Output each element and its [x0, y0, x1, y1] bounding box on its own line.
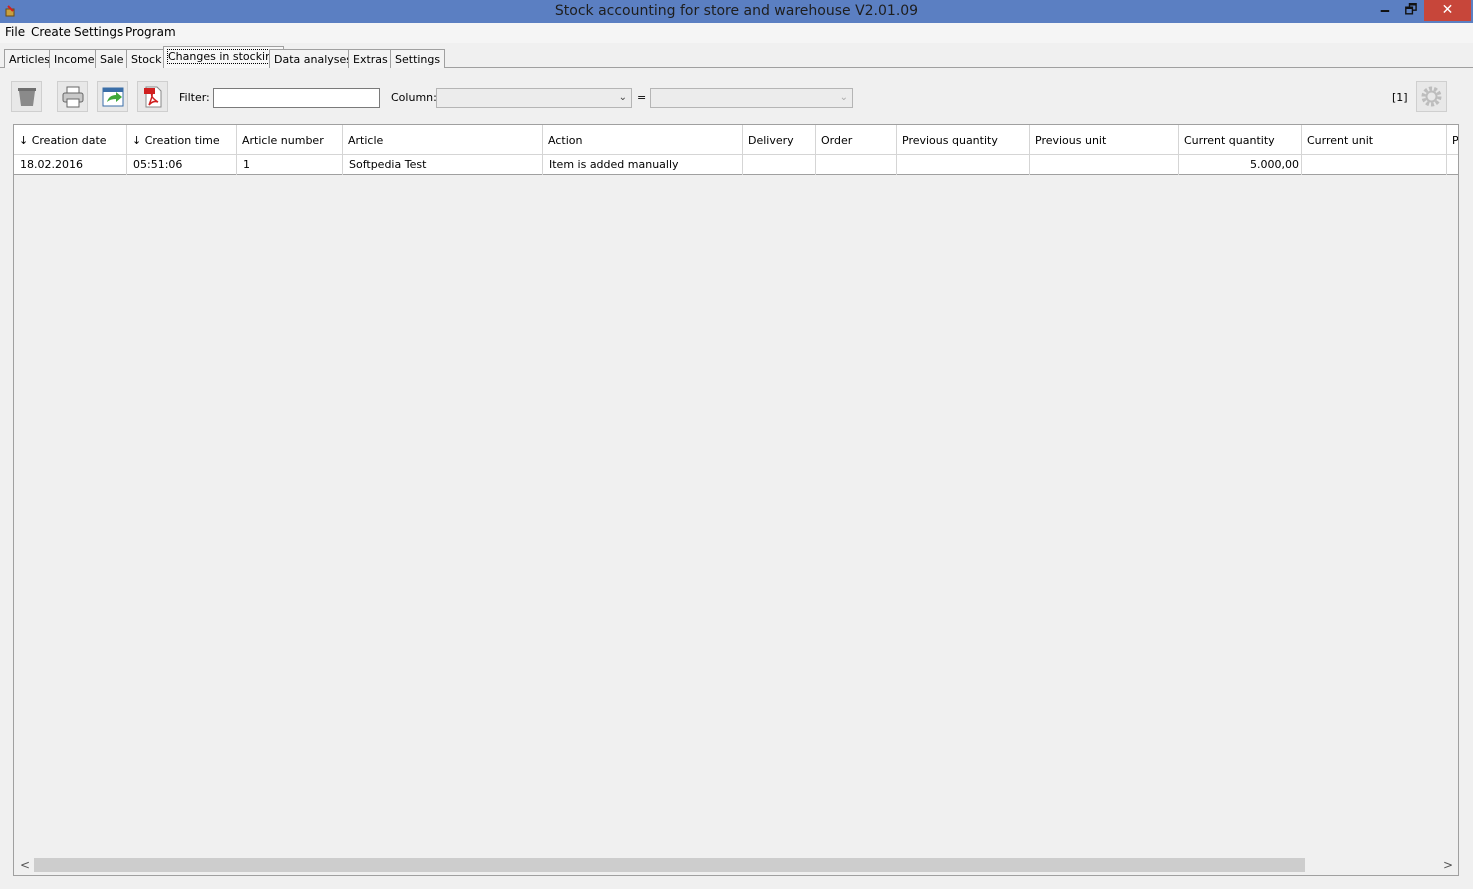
cell-previous-quantity [897, 155, 1030, 175]
column-header-delivery[interactable]: Delivery [743, 125, 816, 155]
tab-settings[interactable]: Settings [390, 49, 446, 68]
pdf-icon [144, 86, 162, 108]
tab-sale[interactable]: Sale [95, 49, 129, 68]
value-select[interactable]: ⌄ [650, 88, 853, 108]
tab-articles[interactable]: Articles [4, 49, 56, 68]
pdf-export-button[interactable] [137, 81, 168, 112]
changes-table[interactable]: ↓ Creation date ↓ Creation time Article … [13, 124, 1459, 876]
column-header-creation-date[interactable]: ↓ Creation date [14, 125, 127, 155]
window-title: Stock accounting for store and warehouse… [554, 3, 919, 19]
tab-changes-in-stocking[interactable]: Changes in stocking [163, 46, 285, 68]
export-icon [102, 87, 124, 107]
column-select[interactable]: ⌄ [436, 88, 632, 108]
tab-label: Extras [353, 53, 388, 66]
column-header-action[interactable]: Action [543, 125, 743, 155]
menu-file[interactable]: File [5, 25, 25, 39]
column-header-article[interactable]: Article [343, 125, 543, 155]
restore-button[interactable]: 🗗 [1398, 0, 1424, 21]
tab-label: Articles [9, 53, 51, 66]
scroll-right-arrow[interactable]: > [1440, 857, 1456, 873]
cell-order [816, 155, 897, 175]
scroll-left-arrow[interactable]: < [17, 857, 33, 873]
minimize-button[interactable]: 🗕 [1372, 0, 1398, 21]
column-header-article-number[interactable]: Article number [237, 125, 343, 155]
cell-current-quantity: 5.000,00 [1179, 155, 1302, 175]
tab-label: Stock [131, 53, 162, 66]
page-count: [1] [1392, 91, 1408, 104]
menu-bar: File Create Settings Program [0, 23, 1473, 43]
column-header-partial[interactable]: P [1447, 125, 1458, 155]
column-header-order[interactable]: Order [816, 125, 897, 155]
tab-bar: Articles Income Sale Stock Changes in st… [0, 44, 1473, 68]
tab-label: Settings [395, 53, 441, 66]
table-header: ↓ Creation date ↓ Creation time Article … [14, 125, 1458, 155]
tab-label: Sale [100, 53, 124, 66]
close-button[interactable]: ✕ [1424, 0, 1471, 21]
export-button[interactable] [97, 81, 128, 112]
cell-partial [1447, 155, 1458, 175]
settings-gear-icon [1421, 86, 1442, 107]
horizontal-scrollbar[interactable]: < > [15, 856, 1458, 874]
menu-settings[interactable]: Settings [74, 25, 123, 39]
print-button[interactable] [57, 81, 88, 112]
cell-previous-unit [1030, 155, 1179, 175]
delete-button[interactable] [11, 81, 42, 112]
tab-label: Income [54, 53, 95, 66]
tab-income[interactable]: Income [49, 49, 100, 68]
menu-program[interactable]: Program [125, 25, 176, 39]
column-label: Column: [391, 91, 437, 104]
chevron-down-icon: ⌄ [618, 92, 627, 103]
chevron-down-icon: ⌄ [839, 92, 848, 103]
print-icon [62, 86, 84, 108]
equals-label: = [637, 91, 647, 104]
table-row[interactable]: 18.02.2016 05:51:06 1 Softpedia Test Ite… [14, 155, 1458, 175]
cell-delivery [743, 155, 816, 175]
column-header-previous-unit[interactable]: Previous unit [1030, 125, 1179, 155]
scrollbar-thumb[interactable] [34, 858, 1305, 872]
cell-article-number: 1 [237, 155, 343, 175]
delete-icon [18, 88, 36, 106]
tab-extras[interactable]: Extras [348, 49, 393, 68]
column-header-creation-time[interactable]: ↓ Creation time [127, 125, 237, 155]
cell-creation-time: 05:51:06 [127, 155, 237, 175]
cell-action: Item is added manually [543, 155, 743, 175]
filter-input[interactable] [213, 88, 380, 108]
cell-creation-date: 18.02.2016 [14, 155, 127, 175]
tab-label: Changes in stocking [166, 49, 281, 64]
cell-article: Softpedia Test [343, 155, 543, 175]
cell-current-unit [1302, 155, 1447, 175]
tab-data-analyses[interactable]: Data analyses [269, 49, 358, 68]
column-header-previous-quantity[interactable]: Previous quantity [897, 125, 1030, 155]
title-bar: Stock accounting for store and warehouse… [0, 0, 1473, 23]
tab-stock[interactable]: Stock [126, 49, 167, 68]
tab-label: Data analyses [274, 53, 353, 66]
settings-button[interactable] [1416, 81, 1447, 112]
menu-create[interactable]: Create [31, 25, 71, 39]
column-header-current-quantity[interactable]: Current quantity [1179, 125, 1302, 155]
column-header-current-unit[interactable]: Current unit [1302, 125, 1447, 155]
filter-label: Filter: [179, 91, 210, 104]
